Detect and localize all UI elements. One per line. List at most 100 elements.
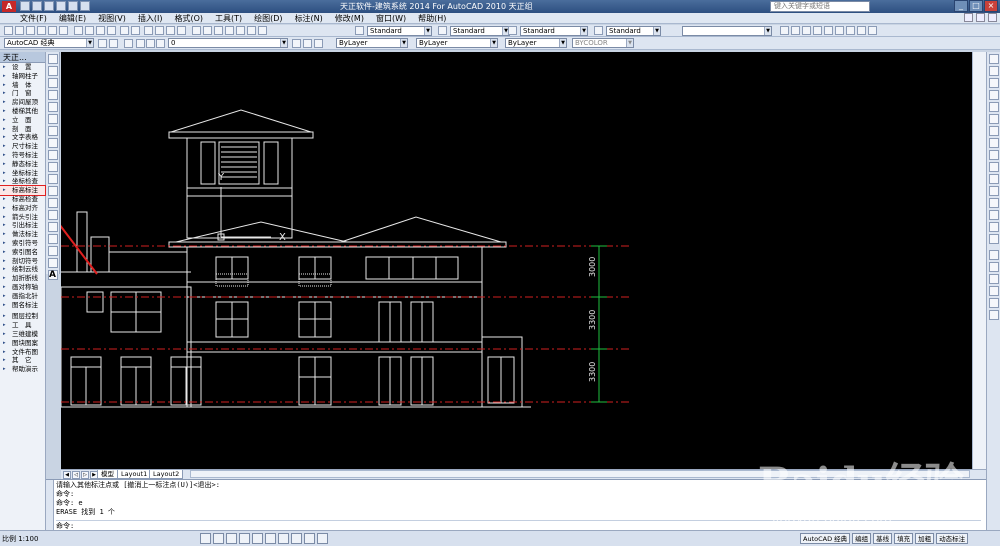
first-tab-icon[interactable]: ◀ <box>63 471 71 479</box>
design-center-icon[interactable] <box>203 26 212 35</box>
walk-icon[interactable] <box>824 26 833 35</box>
palette-item-method-note[interactable]: 做法标注 <box>0 230 45 239</box>
workspace-settings-icon[interactable] <box>98 39 107 48</box>
workspace-select[interactable]: AutoCAD 经典 ▼ <box>4 38 94 48</box>
mirror-icon[interactable] <box>988 78 999 88</box>
palette-item-symbol[interactable]: 符号标注 <box>0 151 45 160</box>
region-icon[interactable] <box>47 246 58 256</box>
layer-select[interactable]: 0 ▼ <box>168 38 288 48</box>
next-tab-icon[interactable]: ▷ <box>81 471 89 479</box>
palette-item-layout[interactable]: 文件布图 <box>0 348 45 357</box>
doc-close-button[interactable] <box>988 13 997 22</box>
text-style-select[interactable]: Standard ▼ <box>367 26 432 36</box>
palette-item-elevation-mark[interactable]: 标高标注 <box>0 185 46 196</box>
palette-item-index-title[interactable]: 索引图名 <box>0 248 45 257</box>
layer-state-icon[interactable] <box>314 39 323 48</box>
app-logo-icon[interactable]: A <box>2 1 16 12</box>
menu-file[interactable]: 文件(F) <box>20 13 47 24</box>
open-file-icon[interactable] <box>15 26 24 35</box>
palette-item-blocks-hatch[interactable]: 图块图案 <box>0 339 45 348</box>
extend-icon[interactable] <box>988 174 999 184</box>
zoom-previous-icon[interactable] <box>177 26 186 35</box>
publish-icon[interactable] <box>59 26 68 35</box>
bold-button[interactable]: 加粗 <box>915 533 935 544</box>
multileader-style-select[interactable]: Standard ▼ <box>606 26 661 36</box>
dyn-toggle[interactable] <box>291 533 302 544</box>
pan-icon[interactable] <box>144 26 153 35</box>
palette-item-arrow-leader[interactable]: 箭头引注 <box>0 213 45 222</box>
copy-object-icon[interactable] <box>988 66 999 76</box>
palette-item-elevation-check[interactable]: 标高检查 <box>0 195 45 204</box>
osnap-perpendicular-icon[interactable] <box>988 298 999 308</box>
qnew-icon[interactable] <box>4 26 13 35</box>
osnap-endpoint-icon[interactable] <box>988 250 999 260</box>
markup-icon[interactable] <box>236 26 245 35</box>
new-icon[interactable] <box>20 1 30 11</box>
gradient-icon[interactable] <box>47 234 58 244</box>
menu-window[interactable]: 窗口(W) <box>376 13 406 24</box>
palette-item-other[interactable]: 其 它 <box>0 356 45 365</box>
arc-icon[interactable] <box>47 114 58 124</box>
undo-tool-icon[interactable] <box>120 26 129 35</box>
camera-icon[interactable] <box>813 26 822 35</box>
palette-item-static-dim[interactable]: 静态标注 <box>0 160 45 169</box>
group-button[interactable]: 编组 <box>852 533 872 544</box>
palette-item-3d-modeling[interactable]: 三维建模 <box>0 330 45 339</box>
move-icon[interactable] <box>988 114 999 124</box>
calculator-icon[interactable] <box>247 26 256 35</box>
plot-icon[interactable] <box>80 1 90 11</box>
palette-item-symmetry-axis[interactable]: 画对称轴 <box>0 283 45 292</box>
menu-insert[interactable]: 插入(I) <box>138 13 163 24</box>
preview-icon[interactable] <box>48 26 57 35</box>
table-icon[interactable] <box>47 258 58 268</box>
doc-minimize-button[interactable] <box>964 13 973 22</box>
save-icon[interactable] <box>44 1 54 11</box>
palette-item-elevation[interactable]: 立 面 <box>0 116 45 125</box>
fly-icon[interactable] <box>835 26 844 35</box>
zoom-realtime-icon[interactable] <box>155 26 164 35</box>
palette-item-door-window[interactable]: 门 窗 <box>0 89 45 98</box>
fill-button[interactable]: 填充 <box>894 533 914 544</box>
lwt-toggle[interactable] <box>304 533 315 544</box>
visual-style-icon[interactable] <box>868 26 877 35</box>
break-icon[interactable] <box>988 186 999 196</box>
baseline-button[interactable]: 基线 <box>873 533 893 544</box>
menu-dimension[interactable]: 标注(N) <box>295 13 323 24</box>
line-icon[interactable] <box>47 54 58 64</box>
osnap-center-icon[interactable] <box>988 286 999 296</box>
command-window-grip[interactable] <box>46 480 54 531</box>
palette-item-room-roof[interactable]: 房间屋顶 <box>0 98 45 107</box>
redo-tool-icon[interactable] <box>131 26 140 35</box>
rotate-icon[interactable] <box>988 126 999 136</box>
blank-combo[interactable]: ▼ <box>682 26 772 36</box>
make-current-layer-icon[interactable] <box>292 39 301 48</box>
palette-item-section[interactable]: 剖 面 <box>0 125 45 134</box>
table-style-select[interactable]: Standard ▼ <box>520 26 588 36</box>
tab-model[interactable]: 模型 <box>97 470 118 479</box>
palette-item-leader-note[interactable]: 引出标注 <box>0 221 45 230</box>
save-file-icon[interactable] <box>26 26 35 35</box>
insert-block-icon[interactable] <box>47 186 58 196</box>
tab-layout2[interactable]: Layout2 <box>149 470 184 479</box>
help-icon[interactable] <box>258 26 267 35</box>
tool-palettes-icon[interactable] <box>214 26 223 35</box>
table-style-icon[interactable] <box>508 26 517 35</box>
vertical-scrollbar[interactable] <box>972 52 986 469</box>
polygon-icon[interactable] <box>47 90 58 100</box>
prev-tab-icon[interactable]: ◁ <box>72 471 80 479</box>
osnap-toggle[interactable] <box>252 533 263 544</box>
ellipse-arc-icon[interactable] <box>47 174 58 184</box>
erase-icon[interactable] <box>988 54 999 64</box>
circle-icon[interactable] <box>47 126 58 136</box>
stretch-icon[interactable] <box>988 150 999 160</box>
dim-style-icon[interactable] <box>438 26 447 35</box>
close-button[interactable]: × <box>984 0 998 12</box>
palette-item-tools[interactable]: 工 具 <box>0 321 45 330</box>
otrack-toggle[interactable] <box>265 533 276 544</box>
doc-restore-button[interactable] <box>976 13 985 22</box>
save-workspace-icon[interactable] <box>109 39 118 48</box>
zoom-window-icon[interactable] <box>166 26 175 35</box>
palette-item-wall[interactable]: 墙 体 <box>0 81 45 90</box>
lineweight-select[interactable]: ByLayer ▼ <box>505 38 567 48</box>
palette-item-axis-grid[interactable]: 轴网柱子 <box>0 72 45 81</box>
